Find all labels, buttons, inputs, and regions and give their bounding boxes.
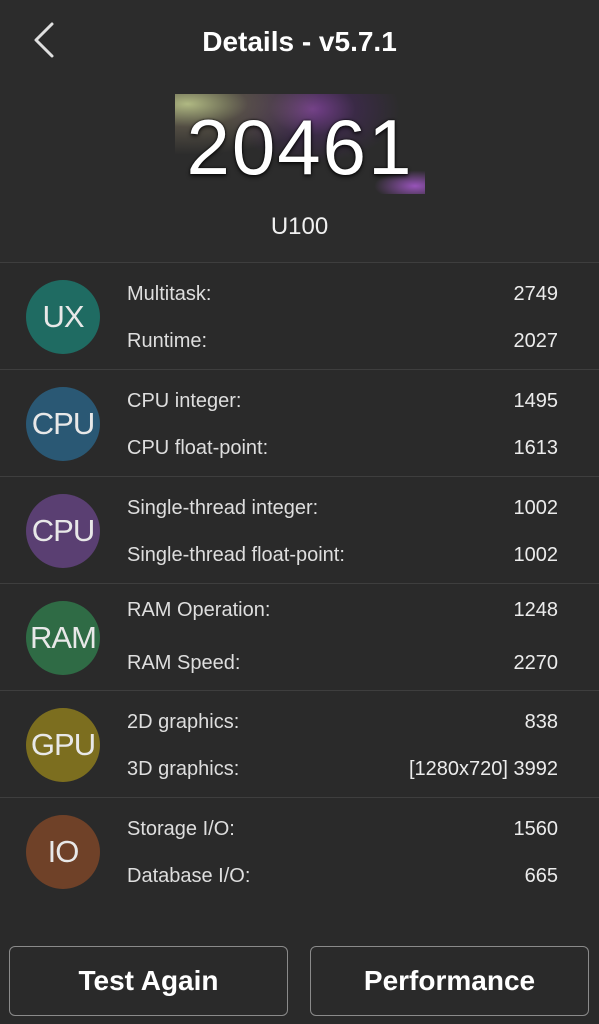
metric-label: Single-thread integer: — [127, 497, 319, 519]
metric-value: 1560 — [513, 818, 559, 840]
metric-value: 1248 — [513, 599, 559, 621]
metric-value: 1002 — [513, 497, 559, 519]
ux-badge: UX — [26, 280, 100, 354]
metric-value: 2270 — [513, 652, 559, 674]
score-panel: 20461 — [175, 94, 425, 194]
metric-value: 2749 — [513, 283, 559, 305]
metric-label: Single-thread float-point: — [127, 544, 345, 566]
io-badge: IO — [26, 815, 100, 889]
performance-button[interactable]: Performance — [310, 946, 589, 1016]
metric-value: 838 — [524, 711, 558, 733]
device-name: U100 — [270, 213, 329, 240]
test-again-button[interactable]: Test Again — [9, 946, 288, 1016]
metric-label: Multitask: — [127, 283, 212, 305]
metric-label: CPU float-point: — [127, 437, 269, 459]
cpu-single-badge: CPU — [26, 494, 100, 568]
metric-label: Database I/O: — [127, 865, 251, 887]
category-row-ram[interactable]: RAM RAM Operation: 1248 RAM Speed: 2270 — [0, 583, 599, 690]
metric-value: 2027 — [513, 330, 559, 352]
metric-label: 2D graphics: — [127, 711, 240, 733]
metric-label: CPU integer: — [127, 390, 242, 412]
metric-value: 1002 — [513, 544, 559, 566]
total-score: 20461 — [186, 103, 414, 191]
score-categories: UX Multitask: 2749 Runtime: 2027 CPU CPU… — [0, 262, 599, 904]
category-row-cpu-single[interactable]: CPU Single-thread integer: 1002 Single-t… — [0, 476, 599, 583]
category-row-cpu[interactable]: CPU CPU integer: 1495 CPU float-point: 1… — [0, 369, 599, 476]
category-row-ux[interactable]: UX Multitask: 2749 Runtime: 2027 — [0, 262, 599, 369]
category-row-gpu[interactable]: GPU 2D graphics: 838 3D graphics: [1280x… — [0, 690, 599, 797]
metric-value: 665 — [524, 865, 558, 887]
page-title: Details - v5.7.1 — [202, 26, 397, 57]
header: Details - v5.7.1 20461 U100 — [0, 0, 599, 262]
metric-label: 3D graphics: — [127, 758, 240, 780]
metric-label: Storage I/O: — [127, 818, 235, 840]
metric-value: [1280x720] 3992 — [408, 758, 558, 780]
metric-label: Runtime: — [127, 330, 208, 352]
category-row-io[interactable]: IO Storage I/O: 1560 Database I/O: 665 — [0, 797, 599, 904]
metric-label: RAM Speed: — [127, 652, 241, 674]
gpu-badge: GPU — [26, 708, 100, 782]
ram-badge: RAM — [26, 601, 100, 675]
metric-value: 1495 — [513, 390, 559, 412]
metric-label: RAM Operation: — [127, 599, 271, 621]
metric-value: 1613 — [513, 437, 559, 459]
cpu-badge: CPU — [26, 387, 100, 461]
